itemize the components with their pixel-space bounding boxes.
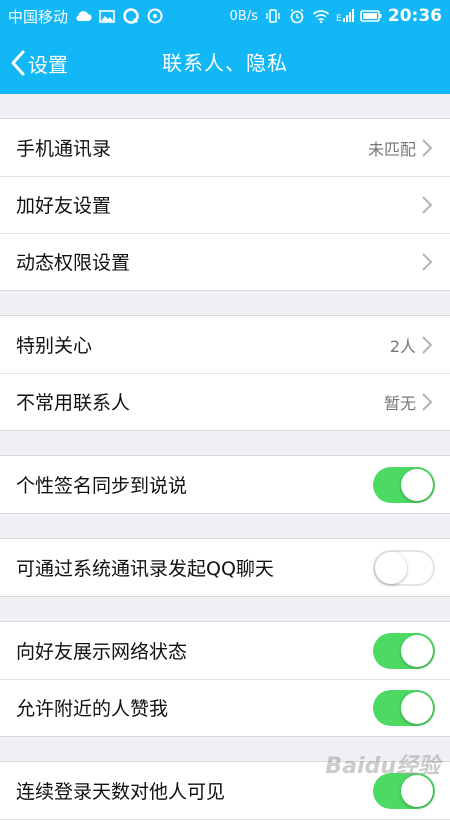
settings-row-label: 向好友展示网络状态 — [16, 641, 188, 663]
toggle-knob — [375, 551, 407, 584]
battery-icon — [360, 10, 382, 22]
settings-row[interactable]: 特别关心 2人 — [0, 316, 450, 373]
settings-row-value: 暂无 — [383, 393, 416, 413]
settings-row-value: 2人 — [389, 336, 416, 356]
svg-text:E: E — [336, 14, 342, 24]
group-separator — [0, 94, 450, 118]
image-icon — [99, 10, 115, 23]
clock: 20:36 — [387, 6, 442, 26]
carrier-name: 中国移动 — [8, 7, 69, 26]
status-bar: 中国移动 0B/s E 20:36 — [0, 0, 450, 32]
chevron-right-icon — [422, 195, 433, 214]
settings-group: 特别关心 2人不常用联系人 暂无 — [0, 315, 450, 431]
toggle-knob — [401, 691, 433, 724]
net-speed: 0B/s — [229, 8, 258, 24]
group-separator — [0, 597, 450, 621]
settings-row-label: 手机通讯录 — [16, 138, 112, 160]
weather-cloud-icon — [76, 11, 92, 21]
settings-row-label: 可通过系统通讯录发起QQ聊天 — [16, 558, 274, 580]
settings-row[interactable]: 动态权限设置 — [0, 233, 450, 290]
settings-row-label: 不常用联系人 — [16, 392, 131, 414]
music-icon — [147, 8, 163, 24]
settings-list: 手机通讯录 未匹配加好友设置动态权限设置 特别关心 2人不常用联系人 暂无个性签名同步到… — [0, 94, 450, 820]
settings-group: 可通过系统通讯录发起QQ聊天 — [0, 538, 450, 597]
page-title: 联系人、隐私 — [162, 51, 288, 75]
settings-row[interactable]: 允许附近的人赞我 — [0, 679, 450, 736]
settings-row[interactable]: 向好友展示网络状态 — [0, 622, 450, 679]
toggle-knob — [401, 634, 433, 667]
wifi-icon — [312, 10, 329, 24]
settings-row-label: 个性签名同步到说说 — [16, 475, 188, 497]
toggle-switch[interactable] — [373, 466, 435, 503]
toggle-switch[interactable] — [373, 632, 435, 669]
settings-row-label: 特别关心 — [16, 335, 93, 357]
settings-row[interactable]: 手机通讯录 未匹配 — [0, 119, 450, 176]
toggle-knob — [401, 468, 433, 501]
group-separator — [0, 291, 450, 315]
signal-icon: E — [336, 9, 354, 24]
settings-row[interactable]: 个性签名同步到说说 — [0, 456, 450, 513]
navigation-bar: 设置 联系人、隐私 — [0, 32, 450, 94]
settings-group: 向好友展示网络状态 允许附近的人赞我 — [0, 621, 450, 737]
chevron-right-icon — [422, 252, 433, 271]
settings-row-label: 加好友设置 — [16, 195, 112, 217]
watermark: Baidu经验 — [325, 754, 440, 779]
settings-row-label: 允许附近的人赞我 — [16, 698, 169, 720]
settings-row[interactable]: 不常用联系人 暂无 — [0, 373, 450, 430]
chevron-right-icon — [422, 392, 433, 411]
settings-row[interactable]: 加好友设置 — [0, 176, 450, 233]
settings-row-value: 未匹配 — [367, 139, 416, 159]
toggle-switch[interactable] — [373, 549, 435, 586]
chevron-right-icon — [422, 335, 433, 354]
group-separator — [0, 431, 450, 455]
qq-icon — [123, 8, 139, 24]
settings-row-label: 动态权限设置 — [16, 252, 131, 274]
toggle-switch[interactable] — [373, 689, 435, 726]
settings-group: 手机通讯录 未匹配加好友设置动态权限设置 — [0, 118, 450, 291]
vibrate-icon — [266, 9, 280, 23]
settings-group: 个性签名同步到说说 — [0, 455, 450, 514]
chevron-right-icon — [422, 138, 433, 157]
group-separator — [0, 514, 450, 538]
alarm-icon — [290, 8, 304, 24]
settings-row[interactable]: 可通过系统通讯录发起QQ聊天 — [0, 539, 450, 596]
